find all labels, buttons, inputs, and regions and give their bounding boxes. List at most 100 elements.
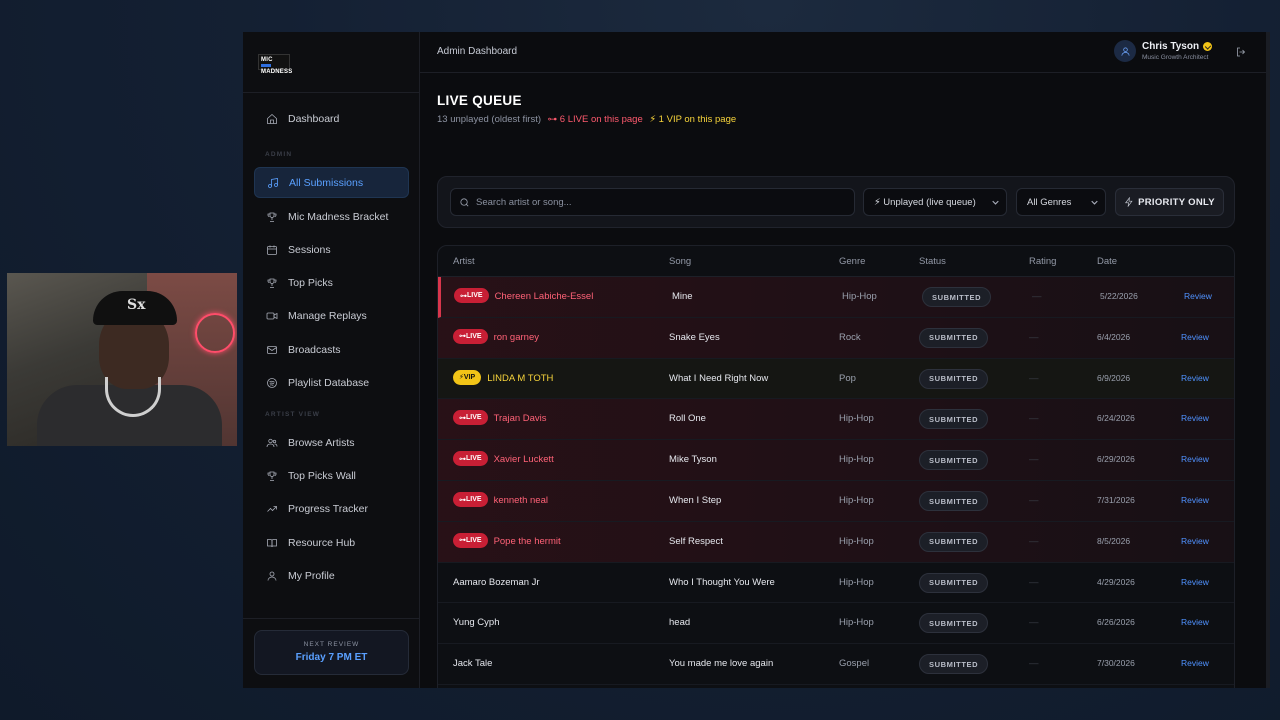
table-row[interactable]: ⊶ LIVE Trajan Davis Roll One Hip-Hop SUBMITT…: [438, 399, 1234, 441]
sidebar-item-label: Manage Replays: [288, 309, 367, 322]
user-name: Chris Tyson: [1142, 41, 1200, 52]
status-badge: SUBMITTED: [919, 450, 989, 471]
webcam-person-cap: Sx: [93, 291, 177, 325]
date-cell: 6/4/2026: [1097, 331, 1131, 342]
sidebar-item-sessions[interactable]: Sessions: [254, 234, 409, 265]
status-badge: SUBMITTED: [919, 409, 989, 430]
live-badge-text: LIVE: [466, 455, 482, 463]
app-window: MIC MADNESS Dashboard ADMIN All Submissi…: [243, 32, 1268, 688]
table-row[interactable]: Jack Tale You made me love again Gospel SUB…: [438, 644, 1234, 685]
review-link[interactable]: Review: [1181, 536, 1209, 546]
search-input[interactable]: [476, 196, 846, 208]
song-cell: You made me love again: [669, 658, 774, 670]
date-cell: 7/30/2026: [1097, 658, 1135, 669]
topbar-title: Admin Dashboard: [437, 46, 518, 57]
review-link[interactable]: Review: [1184, 291, 1212, 301]
column-header-date[interactable]: Date: [1097, 256, 1117, 267]
review-link[interactable]: Review: [1181, 413, 1209, 423]
artist-name: ron garney: [493, 331, 539, 343]
webcam-overlay: Sx: [7, 273, 237, 446]
table-row[interactable]: ⚡ VIP LINDA M TOTH What I Need Right Now Po…: [438, 358, 1234, 400]
section-label-admin: ADMIN: [265, 151, 293, 158]
sidebar-item-playlist-database[interactable]: Playlist Database: [254, 367, 409, 398]
table-row[interactable]: Marnisha BraggsWorth ItR&BSUBMITTED—7/30…: [438, 685, 1234, 688]
sidebar-item-my-profile[interactable]: My Profile: [254, 560, 409, 591]
rating-cell: —: [1029, 331, 1039, 343]
live-badge: ⊶ LIVE: [453, 492, 488, 507]
review-link[interactable]: Review: [1181, 454, 1209, 464]
table-row[interactable]: Yung Cyph head Hip-Hop SUBMITTED — 6/26/2026 R…: [438, 603, 1234, 645]
logout-button[interactable]: [1235, 45, 1249, 59]
sidebar-item-resource-hub[interactable]: Resource Hub: [254, 527, 409, 558]
user-icon: [265, 569, 279, 583]
user-menu[interactable]: Chris Tyson Music Growth Architect: [1114, 40, 1213, 62]
review-link[interactable]: Review: [1181, 658, 1209, 668]
status-filter-value: ⚡ Unplayed (live queue): [874, 196, 976, 208]
window-scrollbar[interactable]: [1266, 32, 1270, 688]
priority-only-button[interactable]: PRIORITY ONLY: [1115, 188, 1224, 216]
table-row[interactable]: ⊶ LIVE kenneth neal When I Step Hip-Hop SUBM…: [438, 481, 1234, 522]
review-link[interactable]: Review: [1181, 373, 1209, 383]
genre-cell: Hip-Hop: [842, 291, 877, 302]
status-badge: SUBMITTED: [919, 613, 989, 634]
sidebar-item-all-submissions[interactable]: All Submissions: [254, 167, 409, 198]
column-header-song[interactable]: Song: [669, 256, 691, 267]
column-header-artist[interactable]: Artist: [453, 256, 475, 267]
review-link[interactable]: Review: [1181, 332, 1209, 342]
avatar[interactable]: [1114, 40, 1136, 62]
live-badge-text: LIVE: [466, 332, 482, 340]
artist-name: Yung Cyph: [453, 617, 500, 629]
unplayed-count: 13 unplayed (oldest first): [437, 114, 542, 125]
table-row[interactable]: ⊶ LIVE Xavier Luckett Mike Tyson Hip-Hop SUB…: [438, 440, 1234, 481]
artist-cell: ⊶ LIVE ron garney: [453, 328, 539, 345]
review-link[interactable]: Review: [1181, 495, 1209, 505]
song-cell: Self Respect: [669, 535, 723, 547]
search-box[interactable]: [450, 188, 855, 216]
sidebar-item-label: Playlist Database: [288, 376, 370, 389]
queue-summary: 13 unplayed (oldest first) ⊶ 6 LIVE on t…: [437, 114, 736, 125]
song-cell: Mine: [672, 291, 693, 302]
sidebar-item-dashboard[interactable]: Dashboard: [254, 103, 409, 134]
table-row[interactable]: ⊶ LIVE Pope the hermit Self Respect Hip-Hop…: [438, 521, 1234, 563]
app-logo[interactable]: MIC MADNESS: [258, 54, 292, 75]
sidebar-item-bracket[interactable]: Mic Madness Bracket: [254, 201, 409, 232]
music-note-icon: [266, 176, 280, 190]
table-row[interactable]: ⊶ LIVE Chereen Labiche-Essel Mine Hip-Hop SU…: [438, 277, 1234, 318]
date-cell: 6/24/2026: [1097, 413, 1135, 424]
genre-cell: Hip-Hop: [839, 413, 874, 425]
chevron-down-icon: [992, 198, 999, 205]
status-filter-select[interactable]: ⚡ Unplayed (live queue): [863, 188, 1007, 216]
song-cell: Mike Tyson: [669, 454, 717, 466]
sidebar-item-label: All Submissions: [289, 176, 364, 189]
sidebar: MIC MADNESS Dashboard ADMIN All Submissi…: [243, 32, 420, 688]
table-row[interactable]: ⊶ LIVE ron garney Snake Eyes Rock SUBMITTED —…: [438, 317, 1234, 359]
sidebar-item-progress-tracker[interactable]: Progress Tracker: [254, 493, 409, 524]
live-badge: ⊶ LIVE: [453, 410, 488, 426]
submissions-table: Artist Song Genre Status Rating Date ⊶ L…: [437, 245, 1235, 688]
rating-cell: —: [1029, 658, 1039, 670]
column-header-genre[interactable]: Genre: [839, 256, 865, 267]
live-badge-text: LIVE: [466, 496, 482, 503]
date-cell: 4/29/2026: [1097, 576, 1135, 587]
artist-name: Trajan Davis: [493, 413, 547, 425]
table-row[interactable]: Aamaro Bozeman Jr Who I Thought You Were H…: [438, 563, 1234, 604]
user-name-row: Chris Tyson: [1142, 41, 1213, 52]
sidebar-item-label: Sessions: [288, 243, 331, 256]
sidebar-item-broadcasts[interactable]: Broadcasts: [254, 334, 409, 365]
artist-cell: Yung Cyph: [453, 617, 499, 628]
topbar: Admin Dashboard Chris Tyson Music Growth…: [420, 32, 1268, 73]
genre-filter-select[interactable]: All Genres: [1016, 188, 1106, 216]
sidebar-item-top-picks-wall[interactable]: Top Picks Wall: [254, 460, 409, 491]
artist-cell: ⊶ LIVE Trajan Davis: [453, 410, 547, 426]
sidebar-item-browse-artists[interactable]: Browse Artists: [254, 427, 409, 458]
column-header-rating[interactable]: Rating: [1029, 256, 1056, 267]
sidebar-item-manage-replays[interactable]: Manage Replays: [254, 300, 409, 331]
review-link[interactable]: Review: [1181, 617, 1209, 627]
artist-name: Pope the hermit: [493, 535, 561, 547]
sidebar-item-top-picks[interactable]: Top Picks: [254, 267, 409, 298]
song-cell: head: [669, 617, 691, 629]
rating-cell: —: [1029, 454, 1039, 466]
column-header-status[interactable]: Status: [919, 256, 946, 267]
next-review-label: NEXT REVIEW: [303, 641, 360, 648]
review-link[interactable]: Review: [1181, 577, 1209, 587]
